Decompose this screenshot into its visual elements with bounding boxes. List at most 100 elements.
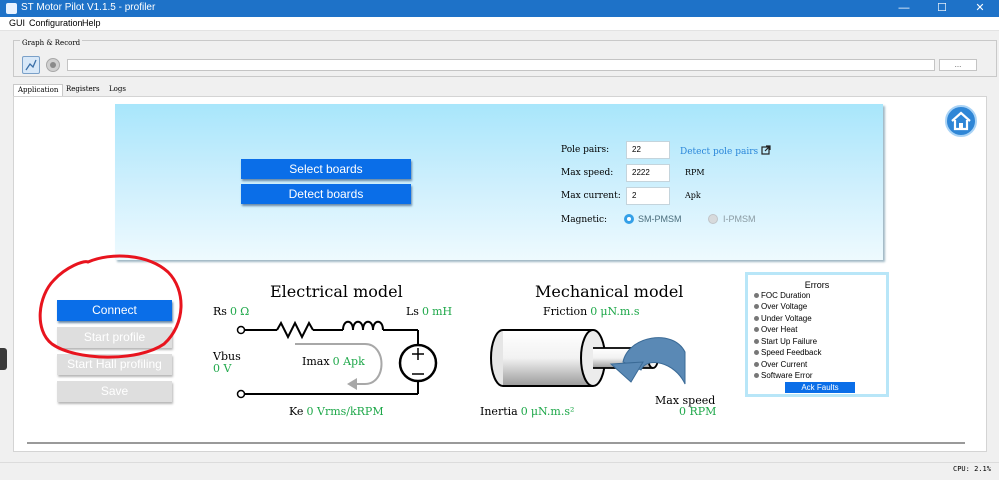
rs-label: Rs	[213, 305, 227, 318]
circuit-diagram	[236, 320, 438, 399]
resistor-symbol	[276, 320, 314, 340]
rs-readout: Rs 0 Ω	[213, 305, 249, 318]
ls-unit: mH	[432, 305, 453, 318]
menu-configuration[interactable]: Configuration	[29, 18, 83, 28]
sm-pmsm-label: SM-PMSM	[638, 214, 682, 224]
friction-value: 0	[590, 305, 598, 318]
error-indicator	[754, 304, 759, 309]
ls-readout: Ls 0 mH	[406, 305, 452, 318]
error-item: Start Up Failure	[754, 337, 818, 346]
close-button[interactable]: ✕	[961, 0, 999, 17]
maximize-button[interactable]: ☐	[923, 0, 961, 17]
record-progress-bar	[67, 59, 935, 71]
max-current-label: Max current:	[561, 191, 621, 201]
record-button[interactable]	[46, 58, 60, 72]
friction-label: Friction	[543, 305, 588, 318]
vbus-value: 0 V	[213, 362, 232, 375]
error-item: Over Current	[754, 360, 808, 369]
error-label: Over Current	[761, 360, 808, 369]
tab-application[interactable]: Application	[13, 84, 64, 96]
rs-unit: Ω	[240, 305, 250, 318]
window-title: ST Motor Pilot V1.1.5 - profiler	[21, 2, 156, 13]
external-link-icon	[761, 145, 771, 155]
graph-button[interactable]	[22, 56, 40, 74]
mechanical-model-title: Mechanical model	[535, 282, 684, 301]
error-indicator	[754, 350, 759, 355]
graph-record-group: Graph & Record ...	[13, 39, 997, 77]
magnetic-label: Magnetic:	[561, 215, 608, 225]
inertia-unit: μN.m.s²	[530, 405, 575, 418]
ke-value: 0 Vrms/kRPM	[306, 405, 384, 418]
error-item: Software Error	[754, 371, 813, 380]
tab-registers[interactable]: Registers	[62, 84, 104, 96]
current-arrow	[295, 343, 383, 385]
electrical-model-title: Electrical model	[270, 282, 403, 301]
browse-button[interactable]: ...	[939, 59, 977, 71]
error-item: Over Heat	[754, 325, 798, 334]
max-speed-unit: RPM	[685, 168, 705, 177]
side-panel-handle[interactable]	[0, 348, 7, 370]
select-boards-button[interactable]: Select boards	[241, 159, 411, 179]
error-label: Over Heat	[761, 325, 798, 334]
title-bar: ST Motor Pilot V1.1.5 - profiler — ☐ ✕	[0, 0, 999, 17]
friction-readout: Friction 0 μN.m.s	[543, 305, 639, 318]
pole-pairs-label: Pole pairs:	[561, 145, 610, 155]
radio-sm-pmsm[interactable]	[624, 214, 634, 224]
max-speed-input[interactable]: 2222	[626, 164, 670, 182]
menu-gui[interactable]: GUI	[9, 18, 25, 28]
inertia-label: Inertia	[480, 405, 518, 418]
error-indicator	[754, 293, 759, 298]
error-indicator	[754, 362, 759, 367]
error-label: FOC Duration	[761, 291, 811, 300]
cpu-usage: CPU: 2.1%	[953, 465, 991, 473]
radio-i-pmsm[interactable]	[708, 214, 718, 224]
error-indicator	[754, 327, 759, 332]
motor-diagram	[490, 329, 686, 387]
pole-pairs-input[interactable]: 22	[626, 141, 670, 159]
error-item: Speed Feedback	[754, 348, 822, 357]
detect-pole-pairs-link[interactable]: Detect pole pairs	[680, 145, 771, 157]
save-button[interactable]: Save	[57, 381, 172, 402]
board-config-panel: Select boards Detect boards Pole pairs: …	[115, 104, 883, 260]
friction-unit: μN.m.s	[600, 305, 640, 318]
inertia-readout: Inertia 0 μN.m.s²	[480, 405, 574, 418]
menu-help[interactable]: Help	[82, 18, 101, 28]
errors-title: Errors	[804, 280, 830, 290]
ls-value: 0	[422, 305, 430, 318]
error-item: FOC Duration	[754, 291, 811, 300]
inertia-value: 0	[520, 405, 528, 418]
max-current-input[interactable]: 2	[626, 187, 670, 205]
minimize-button[interactable]: —	[885, 0, 923, 17]
menu-bar: GUI Configuration Help	[0, 17, 999, 31]
detect-boards-button[interactable]: Detect boards	[241, 184, 411, 204]
error-item: Over Voltage	[754, 302, 808, 311]
ls-label: Ls	[406, 305, 419, 318]
bottom-separator	[27, 442, 965, 444]
errors-panel: Errors FOC Duration Over Voltage Under V…	[745, 272, 889, 397]
mech-max-speed-value: 0 RPM	[679, 405, 717, 418]
error-label: Speed Feedback	[761, 348, 822, 357]
max-current-unit: Apk	[685, 191, 701, 200]
ack-faults-button[interactable]: Ack Faults	[785, 382, 855, 393]
error-label: Start Up Failure	[761, 337, 818, 346]
home-button[interactable]	[945, 105, 977, 137]
ke-label: Ke	[289, 405, 304, 418]
error-label: Over Voltage	[761, 302, 808, 311]
rs-value: 0	[230, 305, 237, 318]
annotation-circle	[38, 254, 183, 359]
inductor-symbol	[342, 320, 384, 331]
error-label: Under Voltage	[761, 314, 812, 323]
graph-icon	[25, 59, 37, 71]
status-bar	[0, 462, 999, 480]
i-pmsm-label: I-PMSM	[723, 214, 756, 224]
ke-readout: Ke 0 Vrms/kRPM	[289, 405, 384, 418]
error-indicator	[754, 339, 759, 344]
error-indicator	[754, 373, 759, 378]
error-label: Software Error	[761, 371, 813, 380]
error-item: Under Voltage	[754, 314, 812, 323]
home-icon	[951, 111, 971, 131]
max-speed-label: Max speed:	[561, 168, 614, 178]
tab-logs[interactable]: Logs	[105, 84, 130, 96]
error-indicator	[754, 316, 759, 321]
graph-record-legend: Graph & Record	[20, 39, 83, 47]
